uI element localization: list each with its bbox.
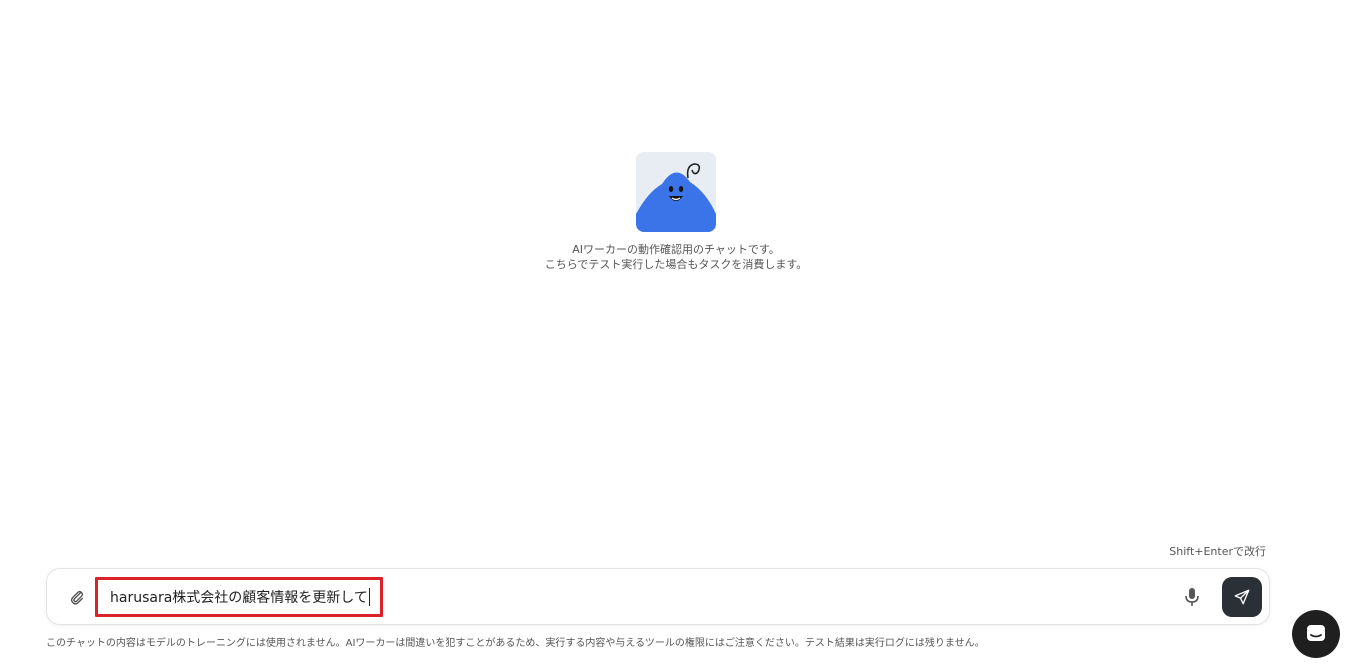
disclaimer-text: このチャットの内容はモデルのトレーニングには使用されません。AIワーカーは間違い…	[46, 638, 985, 649]
newline-hint: Shift+Enterで改行	[1169, 545, 1266, 558]
chat-bubble-icon	[1307, 625, 1325, 641]
paperclip-icon[interactable]	[67, 587, 87, 607]
welcome-line-2: こちらでテスト実行した場合もタスクを消費します。	[544, 258, 808, 271]
message-input-value: harusara株式会社の顧客情報を更新して	[110, 590, 368, 606]
chat-launcher-button[interactable]	[1292, 610, 1340, 658]
mascot-avatar	[636, 152, 716, 232]
mascot-icon	[636, 152, 716, 232]
welcome-area: AIワーカーの動作確認用のチャットです。 こちらでテスト実行した場合もタスクを消…	[0, 152, 1352, 272]
chat-page: AIワーカーの動作確認用のチャットです。 こちらでテスト実行した場合もタスクを消…	[0, 0, 1352, 668]
microphone-icon[interactable]	[1181, 586, 1203, 608]
paper-plane-icon	[1234, 589, 1250, 605]
message-input[interactable]: harusara株式会社の顧客情報を更新して	[95, 577, 383, 617]
message-composer: harusara株式会社の顧客情報を更新して	[46, 568, 1270, 625]
welcome-line-1: AIワーカーの動作確認用のチャットです。	[572, 243, 780, 256]
text-caret	[368, 588, 370, 606]
send-button[interactable]	[1222, 577, 1262, 617]
welcome-message: AIワーカーの動作確認用のチャットです。 こちらでテスト実行した場合もタスクを消…	[545, 242, 808, 272]
